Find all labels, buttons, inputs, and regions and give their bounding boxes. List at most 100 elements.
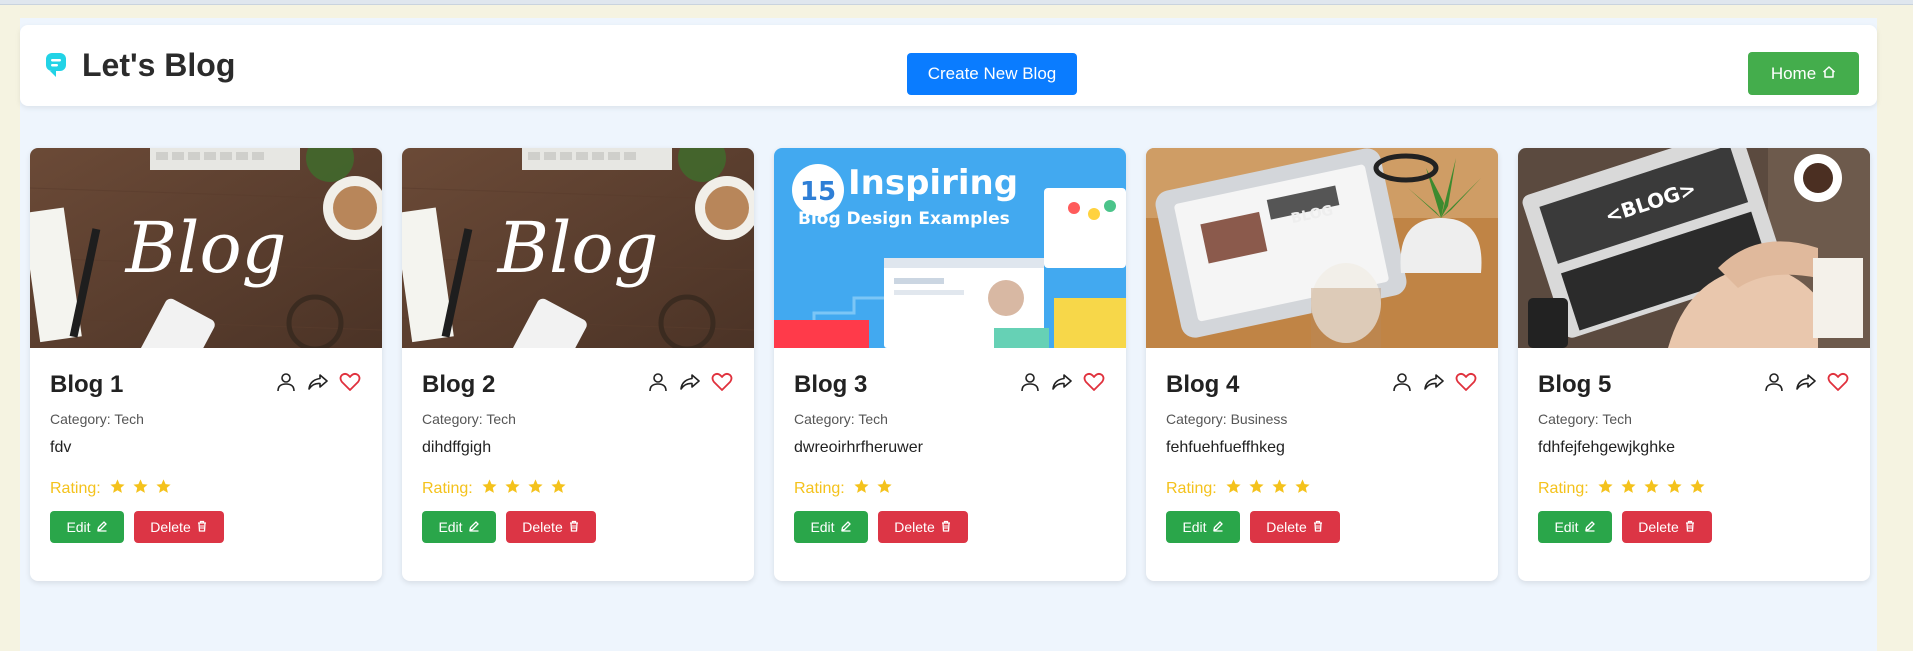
edit-label: Edit <box>66 519 91 535</box>
delete-button[interactable]: Delete <box>134 511 224 543</box>
edit-button[interactable]: Edit <box>794 511 868 543</box>
trash-icon <box>568 519 580 535</box>
share-icon[interactable] <box>678 370 702 394</box>
pencil-icon <box>840 519 852 535</box>
blog-category: Category: Tech <box>794 411 888 427</box>
pencil-icon <box>1212 519 1224 535</box>
blog-card-icons <box>1018 370 1106 394</box>
blog-card-icons <box>1390 370 1478 394</box>
author-icon[interactable] <box>1018 370 1042 394</box>
edit-button[interactable]: Edit <box>1538 511 1612 543</box>
rating-label: Rating: <box>1538 480 1589 497</box>
blog-rating: Rating: <box>422 478 567 500</box>
blog-actions: Edit Delete <box>1538 511 1712 543</box>
home-icon <box>1822 64 1836 84</box>
svg-text:Blog: Blog <box>496 207 659 289</box>
author-icon[interactable] <box>1762 370 1786 394</box>
blog-title: Blog 1 <box>50 371 124 398</box>
delete-label: Delete <box>150 519 191 535</box>
inspiring-blog-design-graphic: 15 Inspiring Blog Design Examples <box>774 148 1126 348</box>
rating-label: Rating: <box>422 480 473 497</box>
rating-stars <box>481 478 567 500</box>
author-icon[interactable] <box>646 370 670 394</box>
blog-title: Blog 5 <box>1538 371 1612 398</box>
rating-stars <box>1597 478 1706 500</box>
blog-card: <BLOG> Blog 5 Category: Tech fdhfejfehge… <box>1518 148 1870 581</box>
blog-rating: Rating: <box>1166 478 1311 500</box>
blog-logo-icon <box>42 51 70 79</box>
blog-card: 15 Inspiring Blog Design Examples Blog 3… <box>774 148 1126 581</box>
home-label: Home <box>1770 63 1817 83</box>
edit-button[interactable]: Edit <box>50 511 124 543</box>
create-new-blog-button[interactable]: Create New Blog <box>907 53 1077 95</box>
delete-label: Delete <box>894 519 935 535</box>
heart-icon[interactable] <box>710 370 734 394</box>
rating-star-icon <box>1597 478 1614 500</box>
rating-label: Rating: <box>50 480 101 497</box>
rating-star-icon <box>1620 478 1637 500</box>
blog-description: fdv <box>50 439 72 456</box>
delete-label: Delete <box>1638 519 1679 535</box>
blog-script-desk-photo: Blog <box>30 148 382 348</box>
blog-rating: Rating: <box>794 478 893 500</box>
blog-actions: Edit Delete <box>50 511 224 543</box>
edit-button[interactable]: Edit <box>422 511 496 543</box>
svg-text:15: 15 <box>800 177 836 207</box>
rating-star-icon <box>109 478 126 500</box>
blog-actions: Edit Delete <box>422 511 596 543</box>
trash-icon <box>940 519 952 535</box>
brand[interactable]: Let's Blog <box>42 43 235 87</box>
browser-top-strip <box>0 0 1913 5</box>
blog-category: Category: Tech <box>50 411 144 427</box>
rating-label: Rating: <box>794 480 845 497</box>
rating-star-icon <box>504 478 521 500</box>
share-icon[interactable] <box>306 370 330 394</box>
author-icon[interactable] <box>274 370 298 394</box>
blog-card: Blog Blog 1 Category: Tech fdv Rating: E… <box>30 148 382 581</box>
trash-icon <box>196 519 208 535</box>
share-icon[interactable] <box>1422 370 1446 394</box>
laptop-typing-photo: <BLOG> <box>1518 148 1870 348</box>
rating-label: Rating: <box>1166 480 1217 497</box>
blog-card-icons <box>646 370 734 394</box>
pencil-icon <box>1584 519 1596 535</box>
svg-text:Inspiring: Inspiring <box>848 163 1018 203</box>
edit-button[interactable]: Edit <box>1166 511 1240 543</box>
blog-card: BLOG Blog 4 Category: Business fehfuehfu… <box>1146 148 1498 581</box>
rating-star-icon <box>550 478 567 500</box>
svg-text:Blog: Blog <box>124 207 287 289</box>
delete-button[interactable]: Delete <box>1622 511 1712 543</box>
heart-icon[interactable] <box>1826 370 1850 394</box>
trash-icon <box>1684 519 1696 535</box>
navbar: Let's Blog Create New Blog Home <box>20 25 1877 106</box>
heart-icon[interactable] <box>1082 370 1106 394</box>
delete-button[interactable]: Delete <box>506 511 596 543</box>
blog-card: Blog Blog 2 Category: Tech dihdffgigh Ra… <box>402 148 754 581</box>
blog-card-icons <box>1762 370 1850 394</box>
pencil-icon <box>468 519 480 535</box>
edit-label: Edit <box>438 519 463 535</box>
share-icon[interactable] <box>1794 370 1818 394</box>
delete-button[interactable]: Delete <box>1250 511 1340 543</box>
rating-stars <box>853 478 893 500</box>
blog-title: Blog 4 <box>1166 371 1240 398</box>
heart-icon[interactable] <box>338 370 362 394</box>
trash-icon <box>1312 519 1324 535</box>
edit-label: Edit <box>810 519 835 535</box>
rating-star-icon <box>1643 478 1660 500</box>
rating-star-icon <box>155 478 172 500</box>
blog-description: dwreoirhrfheruwer <box>794 439 923 456</box>
share-icon[interactable] <box>1050 370 1074 394</box>
author-icon[interactable] <box>1390 370 1414 394</box>
rating-star-icon <box>1666 478 1683 500</box>
rating-stars <box>1225 478 1311 500</box>
heart-icon[interactable] <box>1454 370 1478 394</box>
delete-button[interactable]: Delete <box>878 511 968 543</box>
blog-script-desk-photo: Blog <box>402 148 754 348</box>
rating-stars <box>109 478 172 500</box>
delete-label: Delete <box>522 519 563 535</box>
home-button[interactable]: Home <box>1748 52 1859 95</box>
brand-title: Let's Blog <box>82 46 236 83</box>
rating-star-icon <box>853 478 870 500</box>
blog-category: Category: Tech <box>1538 411 1632 427</box>
